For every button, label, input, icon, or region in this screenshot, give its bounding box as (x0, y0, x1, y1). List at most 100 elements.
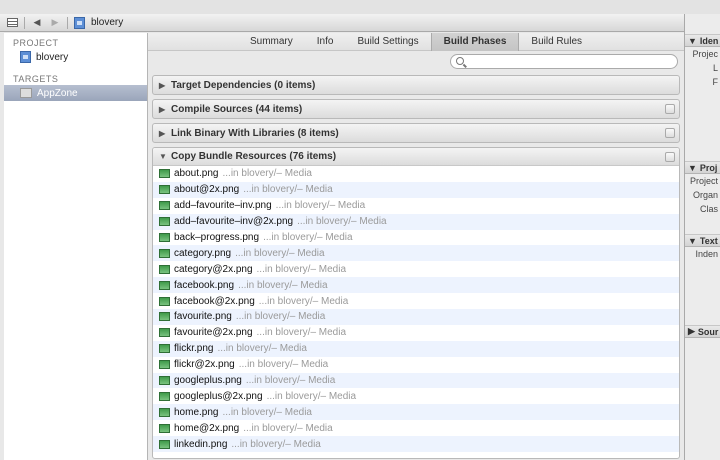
jumpbar-divider (24, 16, 25, 29)
tab-build-phases[interactable]: Build Phases (430, 32, 520, 51)
disclosure-triangle-open-icon[interactable]: ▶ (688, 326, 695, 337)
inspector-section-title: Sour (697, 326, 719, 337)
project-file-icon (20, 51, 31, 63)
image-file-icon (159, 312, 170, 322)
back-button[interactable]: ◀ (31, 17, 43, 28)
disclosure-triangle-icon[interactable]: ▶ (159, 105, 171, 114)
search-input[interactable] (450, 53, 678, 69)
file-location: ...in blovery/– Media (297, 216, 387, 228)
search-row (148, 51, 684, 71)
file-location: ...in blovery/– Media (231, 438, 321, 450)
file-name: linkedin.png (174, 438, 228, 450)
navigator-item-label: blovery (36, 51, 69, 63)
list-item[interactable]: flickr@2x.png ...in blovery/– Media (153, 357, 679, 373)
disclosure-triangle-open-icon[interactable]: ▼ (688, 163, 697, 173)
file-location: ...in blovery/– Media (256, 263, 347, 275)
list-item[interactable]: facebook.png ...in blovery/– Media (153, 277, 679, 294)
list-item[interactable]: flickr.png ...in blovery/– Media (153, 340, 679, 357)
list-item[interactable]: googleplus.png ...in blovery/– Media (153, 372, 679, 389)
image-file-icon (159, 233, 170, 242)
file-name: about.png (174, 168, 219, 180)
remove-phase-button[interactable] (665, 128, 675, 138)
list-item[interactable]: about.png ...in blovery/– Media (153, 166, 679, 182)
file-location: ...in blovery/– Media (222, 168, 313, 180)
file-name: flickr.png (174, 343, 214, 355)
tab-summary[interactable]: Summary (238, 33, 305, 51)
image-file-icon (159, 217, 170, 227)
search-icon (456, 57, 464, 65)
inspector-field-label: Projec (692, 49, 718, 59)
disclosure-triangle-icon[interactable]: ▶ (159, 129, 171, 138)
list-item[interactable]: category.png ...in blovery/– Media (153, 245, 679, 262)
inspector-field-label: Project (689, 176, 718, 186)
remove-phase-button[interactable] (665, 152, 675, 162)
target-icon (20, 88, 32, 98)
file-location: ...in blovery/– Media (243, 422, 333, 434)
file-name: back–progress.png (174, 232, 260, 243)
phase-compile-sources[interactable]: ▶ Compile Sources (44 items) (152, 99, 680, 119)
image-file-icon (159, 360, 170, 370)
list-item[interactable]: home@2x.png ...in blovery/– Media (153, 420, 679, 436)
inspector-section-header[interactable]: ▶ Sour (685, 325, 720, 338)
phase-title: Target Dependencies (0 items) (171, 79, 316, 91)
file-name: googleplus.png (174, 375, 242, 387)
list-item[interactable]: back–progress.png ...in blovery/– Media (153, 230, 679, 246)
list-item[interactable]: favourite@2x.png ...in blovery/– Media (153, 325, 679, 341)
list-item[interactable]: add–favourite–inv.png ...in blovery/– Med… (153, 198, 679, 214)
file-name: add–favourite–inv@2x.png (174, 216, 294, 228)
phase-link-binary[interactable]: ▶ Link Binary With Libraries (8 items) (152, 123, 680, 143)
list-item[interactable]: add–favourite–inv@2x.png ...in blovery/– … (153, 213, 679, 230)
disclosure-triangle-open-icon[interactable]: ▼ (159, 152, 171, 161)
disclosure-triangle-icon[interactable]: ▶ (159, 81, 171, 90)
file-location: ...in blovery/– Media (238, 279, 328, 291)
file-location: ...in blovery/– Media (243, 184, 333, 196)
file-location: ...in blovery/– Media (256, 327, 347, 339)
image-file-icon (159, 248, 170, 258)
inspector-field-label: Organ (692, 190, 718, 200)
file-name: favourite.png (174, 311, 232, 323)
jumpbar-project-title[interactable]: blovery (91, 17, 123, 28)
tab-build-rules[interactable]: Build Rules (519, 33, 594, 51)
file-name: home@2x.png (174, 422, 240, 434)
phase-header[interactable]: ▼ Copy Bundle Resources (76 items) (153, 148, 679, 166)
inspector-section-title: Iden (699, 35, 719, 46)
related-items-button[interactable] (6, 18, 18, 28)
image-file-icon (159, 439, 170, 449)
list-item[interactable]: category@2x.png ...in blovery/– Media (153, 261, 679, 277)
inspector-section-header[interactable]: ▼ Iden (685, 34, 720, 47)
phase-title: Compile Sources (44 items) (171, 103, 303, 115)
inspector-field-label: Clas (699, 204, 718, 214)
file-name: add–favourite–inv.png (174, 200, 272, 212)
file-location: ...in blovery/– Media (238, 359, 329, 371)
file-inspector: ▼ Iden Projec L F ▼ Proj Project Organ Clas ▼ Text I… (684, 14, 720, 460)
list-item[interactable]: googleplus@2x.png ...in blovery/– Media (153, 388, 679, 404)
tab-build-settings[interactable]: Build Settings (345, 33, 430, 51)
phase-title: Link Binary With Libraries (8 items) (171, 127, 339, 139)
inspector-field-label: L (712, 63, 718, 73)
inspector-section-header[interactable]: ▼ Proj (685, 161, 720, 174)
disclosure-triangle-open-icon[interactable]: ▼ (688, 236, 697, 246)
file-name: flickr@2x.png (174, 359, 235, 371)
phase-target-dependencies[interactable]: ▶ Target Dependencies (0 items) (152, 75, 680, 95)
tab-info[interactable]: Info (305, 33, 346, 51)
image-file-icon (159, 169, 170, 179)
list-item[interactable]: favourite.png ...in blovery/– Media (153, 309, 679, 325)
navigator-item-target[interactable]: AppZone (4, 85, 147, 101)
window-top-strip (0, 0, 720, 14)
remove-phase-button[interactable] (665, 104, 675, 114)
inspector-field-label: F (712, 77, 719, 87)
inspector-section-title: Text (699, 235, 718, 246)
project-editor: Summary Info Build Settings Build Phases… (148, 32, 684, 460)
jumpbar-divider (67, 16, 68, 29)
list-item[interactable]: facebook@2x.png ...in blovery/– Media (153, 293, 679, 309)
disclosure-triangle-open-icon[interactable]: ▼ (688, 36, 697, 46)
file-location: ...in blovery/– Media (263, 232, 353, 243)
list-item[interactable]: linkedin.png ...in blovery/– Media (153, 436, 679, 453)
list-item[interactable]: about@2x.png ...in blovery/– Media (153, 181, 679, 198)
navigator-item-project[interactable]: blovery (4, 49, 147, 65)
forward-button[interactable]: ▶ (49, 17, 61, 28)
inspector-section-header[interactable]: ▼ Text (685, 234, 720, 247)
editor-tab-bar: Summary Info Build Settings Build Phases… (148, 32, 684, 51)
file-location: ...in blovery/– Media (275, 200, 366, 212)
list-item[interactable]: home.png ...in blovery/– Media (153, 404, 679, 421)
